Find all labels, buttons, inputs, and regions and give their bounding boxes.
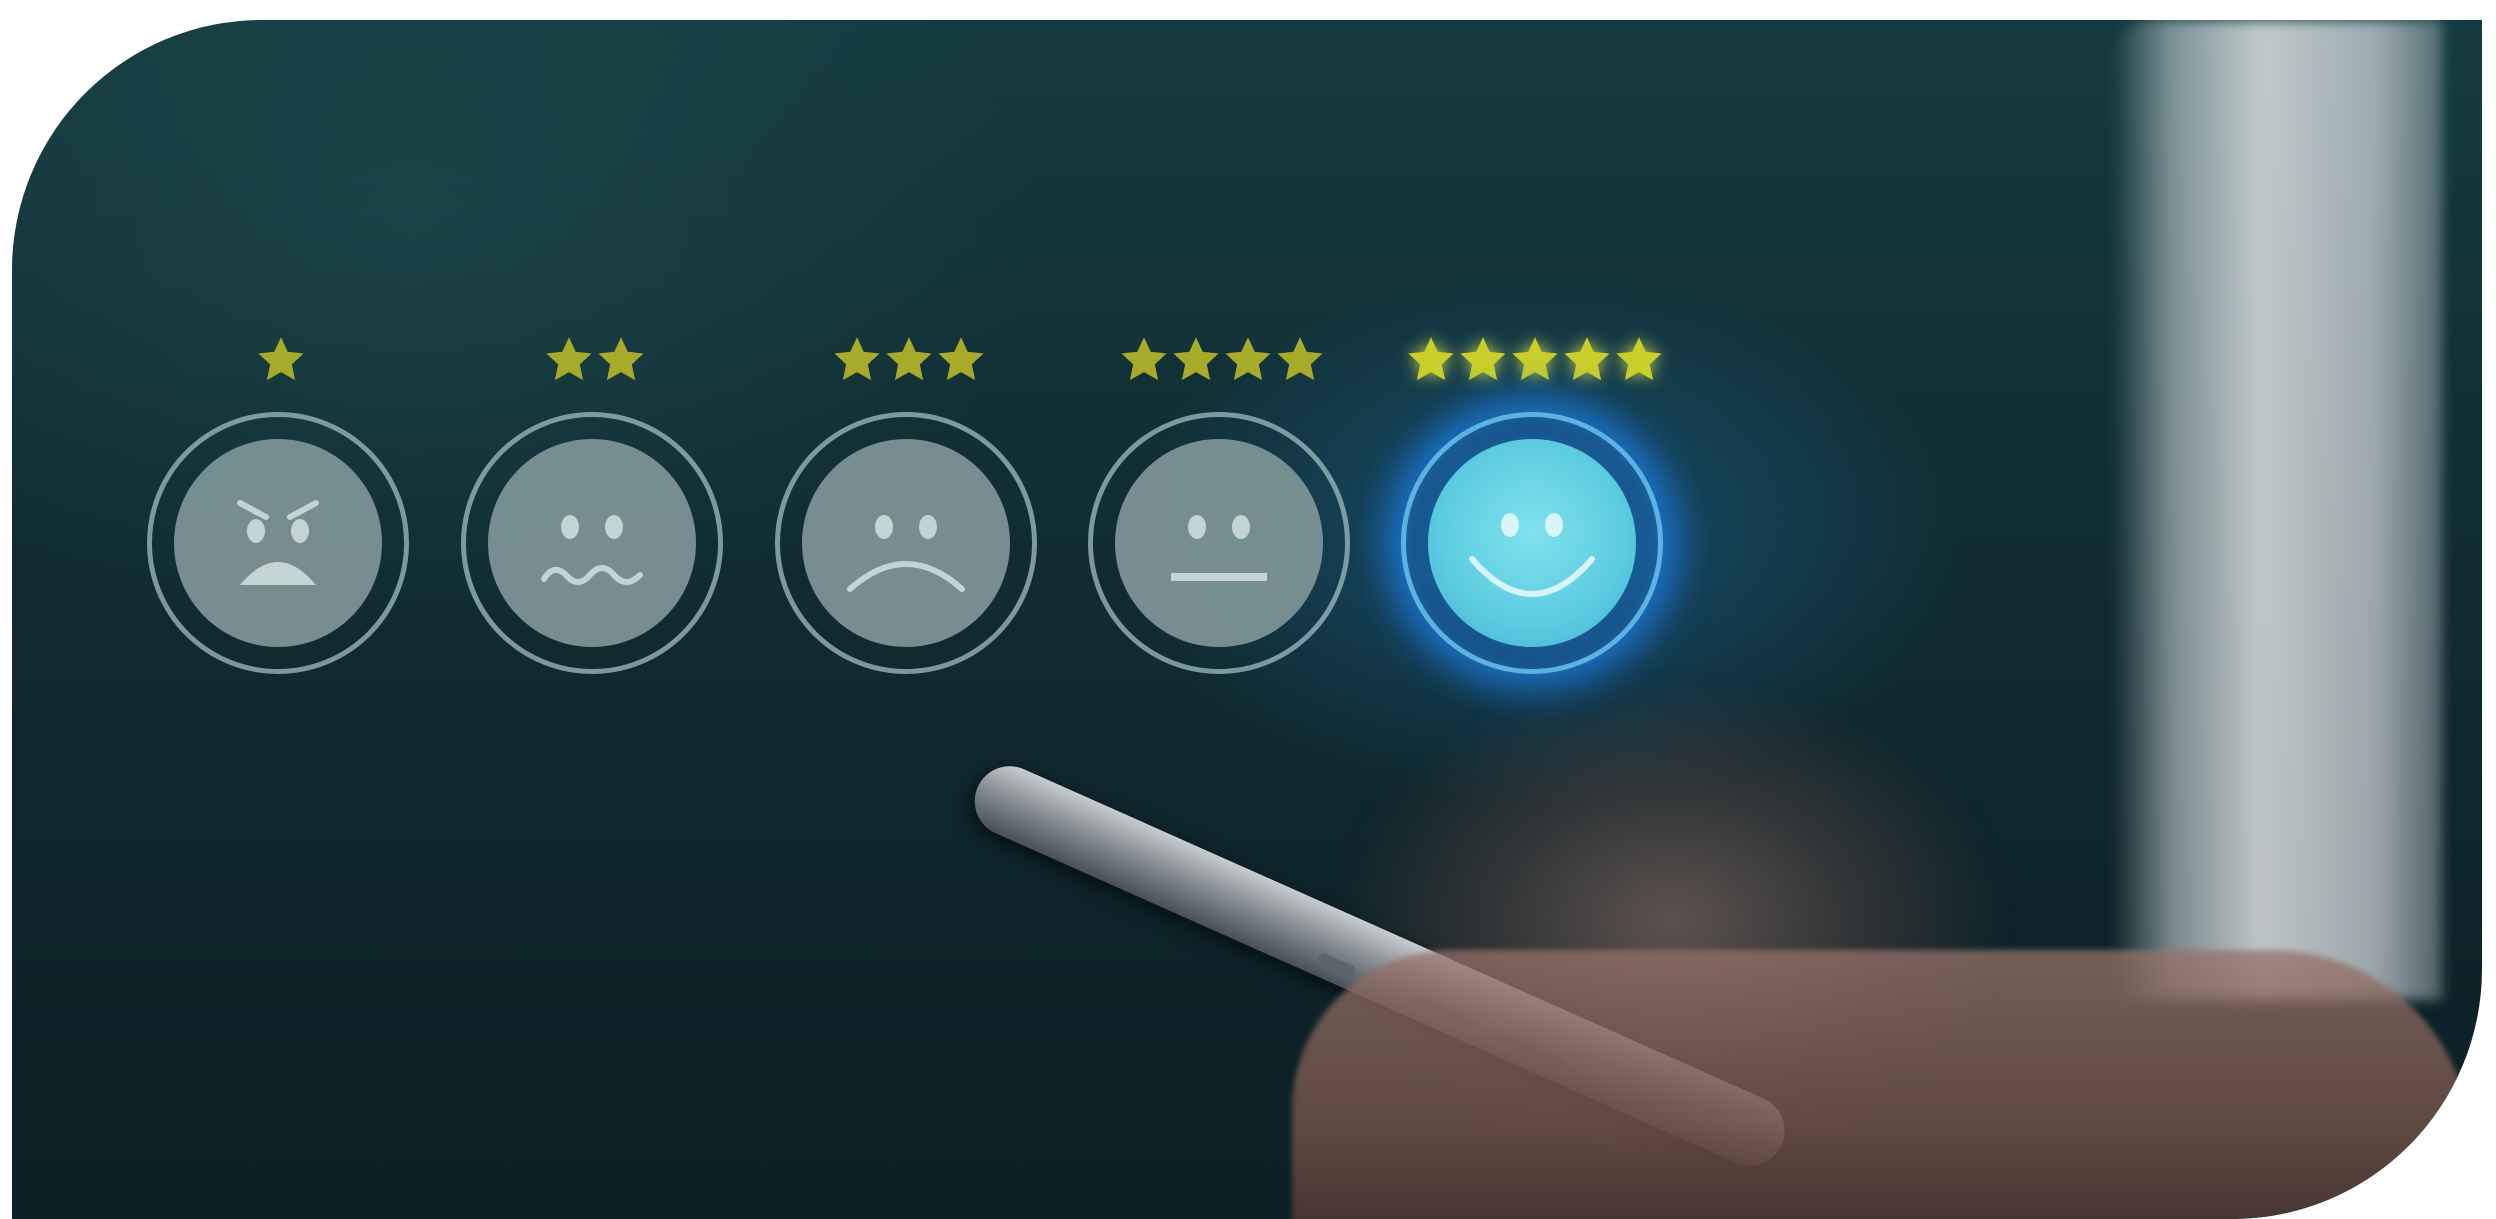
- star-icon: [258, 337, 304, 381]
- star-icon: [834, 337, 880, 381]
- star-icon: [1512, 337, 1558, 381]
- star-icon: [1460, 337, 1506, 381]
- satisfaction-rating: [0, 0, 2496, 1219]
- neutral-face-icon: [1115, 439, 1323, 647]
- star-icon: [886, 337, 932, 381]
- star-rating-2: [455, 330, 735, 390]
- happy-face-icon: [1428, 439, 1636, 647]
- star-rating-4: [1082, 330, 1362, 390]
- angry-face-icon: [174, 439, 382, 647]
- star-rating-1: [141, 330, 421, 390]
- star-icon: [1408, 337, 1454, 381]
- star-icon: [1173, 337, 1219, 381]
- star-icon: [1121, 337, 1167, 381]
- star-icon: [1225, 337, 1271, 381]
- star-rating-3: [769, 330, 1049, 390]
- star-icon: [938, 337, 984, 381]
- rating-option-5[interactable]: [1395, 330, 1675, 690]
- star-icon: [1564, 337, 1610, 381]
- rating-option-4[interactable]: [1082, 330, 1362, 690]
- star-icon: [598, 337, 644, 381]
- star-rating-5: [1395, 330, 1675, 390]
- rating-option-2[interactable]: [455, 330, 735, 690]
- sad-face-icon: [802, 439, 1010, 647]
- rating-option-1[interactable]: [141, 330, 421, 690]
- star-icon: [546, 337, 592, 381]
- star-icon: [1616, 337, 1662, 381]
- worried-face-icon: [488, 439, 696, 647]
- rating-option-3[interactable]: [769, 330, 1049, 690]
- star-icon: [1277, 337, 1323, 381]
